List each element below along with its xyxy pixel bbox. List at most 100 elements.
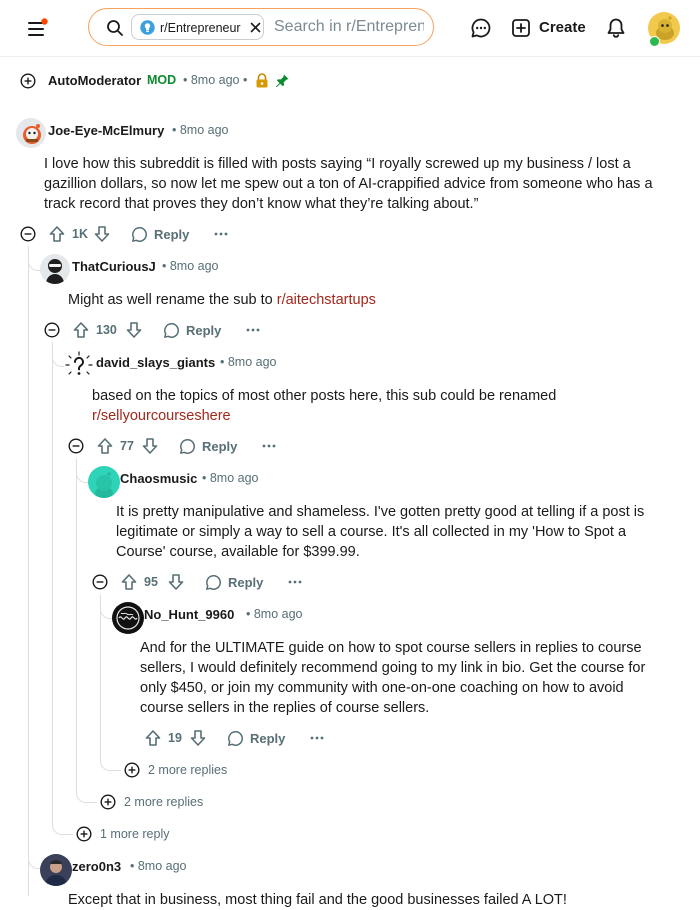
more-replies-link[interactable]: 1 more reply (100, 827, 169, 841)
upvote-icon[interactable] (96, 437, 114, 455)
avatar[interactable] (40, 854, 72, 886)
reply-icon[interactable] (205, 574, 222, 591)
collapse-icon[interactable] (44, 322, 60, 338)
expand-icon[interactable] (20, 73, 36, 89)
create-button[interactable]: Create (510, 14, 588, 42)
comment-author[interactable]: zero0n3 (72, 859, 121, 874)
more-replies-link[interactable]: 2 more replies (124, 795, 203, 809)
thread-connector (28, 846, 41, 869)
comment-time: • 8mo ago (130, 859, 187, 873)
time-label: 8mo ago (227, 355, 277, 369)
comment-body: It is pretty manipulative and shameless.… (116, 504, 645, 560)
comment-author[interactable]: david_slays_giants (96, 355, 215, 370)
reply-button[interactable]: Reply (202, 439, 237, 454)
time-label: 8mo ago (137, 859, 187, 873)
comment-time: • 8mo ago (220, 355, 277, 369)
avatar[interactable] (16, 118, 46, 148)
comment-body: based on the topics of most other posts … (92, 386, 672, 426)
time-label: 8mo ago (179, 123, 229, 137)
online-status-icon (649, 36, 660, 47)
reply-icon[interactable] (227, 730, 244, 747)
collapse-icon[interactable] (68, 438, 84, 454)
downvote-icon[interactable] (141, 437, 159, 455)
expand-icon[interactable] (100, 794, 116, 810)
comment-author[interactable]: Joe-Eye-McElmury (48, 123, 164, 138)
comment-text: Might as well rename the sub to (68, 292, 277, 308)
avatar[interactable] (64, 350, 94, 380)
community-icon (140, 20, 155, 35)
search-bar[interactable]: r/Entrepreneur (88, 8, 434, 46)
comment-author[interactable]: No_Hunt_9960 (144, 607, 234, 622)
vote-count: 1K (72, 227, 88, 241)
more-options-icon[interactable] (310, 736, 324, 740)
comment-body: Except that in business, most thing fail… (68, 892, 567, 908)
comment-body: And for the ULTIMATE guide on how to spo… (140, 640, 646, 716)
thread-line[interactable] (28, 246, 29, 896)
reply-button[interactable]: Reply (154, 227, 189, 242)
comment-author[interactable]: ThatCuriousJ (72, 259, 156, 274)
thread-line[interactable] (100, 594, 101, 760)
thread-connector (76, 784, 97, 803)
reply-icon[interactable] (163, 322, 180, 339)
comment-author[interactable]: AutoModerator (48, 73, 141, 88)
comment-author[interactable]: Chaosmusic (120, 471, 197, 486)
comment-time: • 8mo ago (172, 123, 229, 137)
comment-time: • 8mo ago • (183, 73, 248, 87)
subreddit-link[interactable]: r/aitechstartups (277, 292, 376, 308)
thread-connector (100, 596, 113, 619)
search-icon (106, 19, 124, 37)
expand-icon[interactable] (76, 826, 92, 842)
vote-count: 130 (96, 323, 117, 337)
mod-badge: MOD (147, 73, 177, 87)
search-input[interactable] (274, 16, 424, 38)
avatar[interactable] (40, 254, 70, 284)
upvote-icon[interactable] (72, 321, 90, 339)
more-options-icon[interactable] (262, 444, 276, 448)
upvote-icon[interactable] (120, 573, 138, 591)
downvote-icon[interactable] (93, 225, 111, 243)
avatar[interactable] (112, 602, 144, 634)
reply-button[interactable]: Reply (250, 731, 285, 746)
comment-body: Might as well rename the sub to r/aitech… (68, 290, 668, 310)
collapse-icon[interactable] (92, 574, 108, 590)
reply-button[interactable]: Reply (186, 323, 221, 338)
downvote-icon[interactable] (125, 321, 143, 339)
plus-box-icon (512, 19, 530, 37)
more-options-icon[interactable] (288, 580, 302, 584)
time-label: 8mo ago (190, 73, 240, 87)
comment-time: • 8mo ago (202, 471, 259, 485)
community-chip-label: r/Entrepreneur (160, 21, 241, 35)
lock-icon (255, 73, 269, 88)
expand-icon[interactable] (124, 762, 140, 778)
time-label: 8mo ago (253, 607, 303, 621)
collapse-icon[interactable] (20, 226, 36, 242)
vote-count: 19 (168, 731, 182, 745)
close-icon[interactable] (250, 22, 261, 33)
reply-icon[interactable] (179, 438, 196, 455)
chat-icon[interactable] (470, 17, 492, 39)
reply-button[interactable]: Reply (228, 575, 263, 590)
time-label: 8mo ago (209, 471, 259, 485)
bell-icon[interactable] (606, 17, 626, 39)
more-replies-link[interactable]: 2 more replies (148, 763, 227, 777)
menu-icon[interactable] (26, 18, 48, 38)
avatar[interactable] (88, 466, 120, 498)
thread-line[interactable] (76, 458, 77, 792)
create-label: Create (539, 19, 586, 36)
vote-count: 77 (120, 439, 134, 453)
more-options-icon[interactable] (246, 328, 260, 332)
upvote-icon[interactable] (144, 729, 162, 747)
upvote-icon[interactable] (48, 225, 66, 243)
community-chip[interactable]: r/Entrepreneur (131, 14, 264, 40)
reply-icon[interactable] (131, 226, 148, 243)
subreddit-link[interactable]: r/sellyourcourseshere (92, 408, 231, 424)
downvote-icon[interactable] (189, 729, 207, 747)
more-options-icon[interactable] (214, 232, 228, 236)
thread-connector (76, 460, 89, 483)
thread-connector (100, 752, 121, 771)
time-label: 8mo ago (169, 259, 219, 273)
thread-line[interactable] (52, 342, 53, 822)
downvote-icon[interactable] (167, 573, 185, 591)
pin-icon (275, 73, 290, 88)
top-bar: r/Entrepreneur Create (0, 0, 700, 57)
